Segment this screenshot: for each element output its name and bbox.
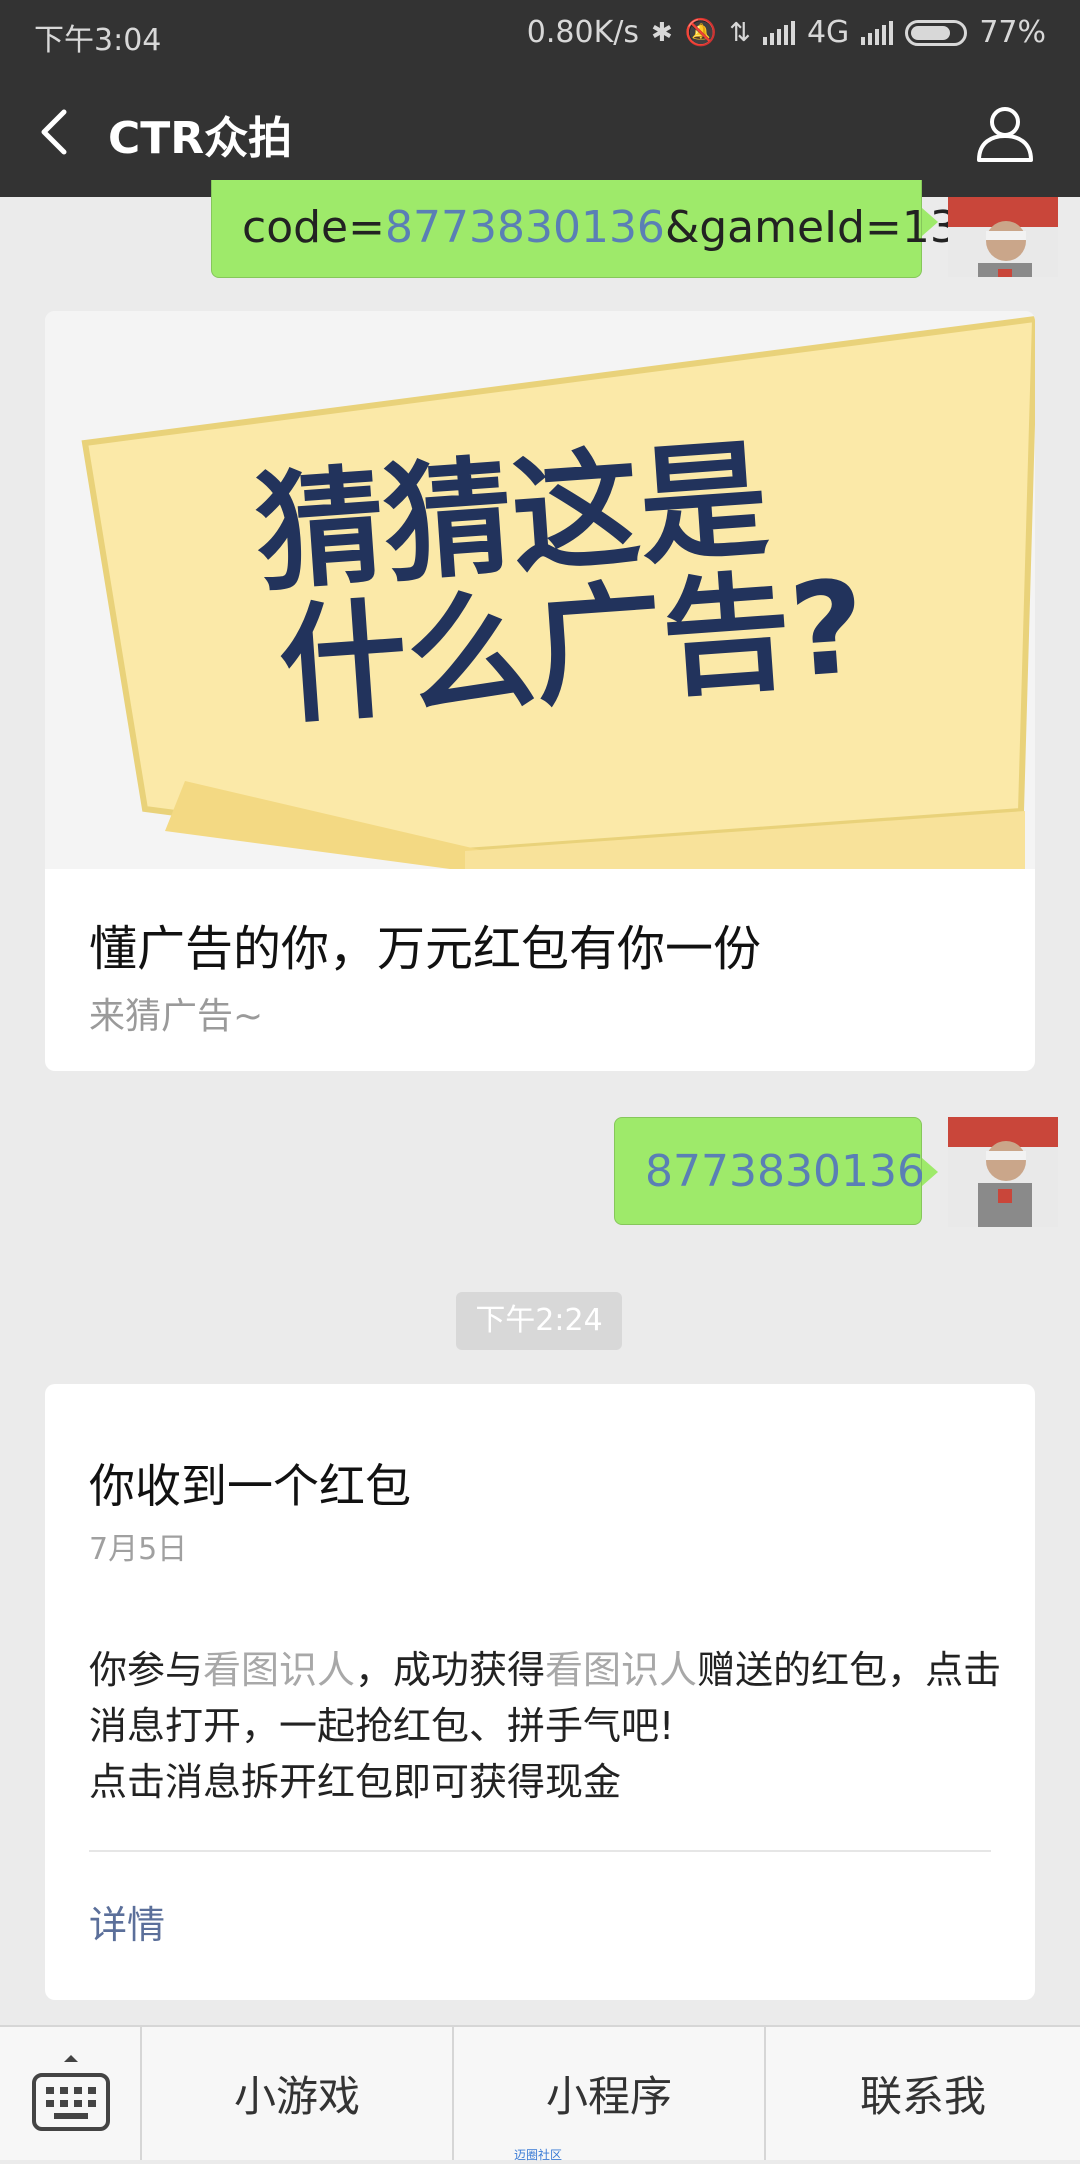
avatar[interactable] — [948, 1117, 1058, 1227]
menu-item-contact-me[interactable]: 联系我 — [766, 2027, 1080, 2160]
menu-item-mini-games[interactable]: 小游戏 — [142, 2027, 454, 2160]
message-timestamp: 下午2:24 — [456, 1292, 622, 1350]
ad-card[interactable]: 猜猜这是 什么广告? 懂广告的你，万元红包有你一份 来猜广告~ — [45, 311, 1035, 1071]
page-title: CTR众拍 — [108, 113, 293, 164]
bottom-menu-bar: 小游戏 小程序 联系我 — [0, 2025, 1080, 2160]
status-time: 下午3:04 — [34, 23, 162, 58]
code-number[interactable]: 8773830136 — [385, 202, 665, 253]
body-text-line2: 点击消息拆开红包即可获得现金 — [89, 1760, 622, 1804]
net-speed: 0.80K/s — [526, 15, 639, 50]
sent-number[interactable]: 8773830136 — [645, 1146, 925, 1197]
back-arrow-icon[interactable] — [30, 102, 90, 162]
profile-icon[interactable] — [974, 102, 1036, 164]
message-bubble-code[interactable]: code=8773830136&gameId=136 — [211, 180, 986, 278]
menu-label: 联系我 — [859, 2072, 986, 2121]
ad-title: 懂广告的你，万元红包有你一份 — [89, 921, 762, 977]
avatar-portrait-icon — [948, 197, 1058, 277]
body-text: ，成功获得 — [355, 1648, 546, 1692]
nav-bar: CTR众拍 — [0, 66, 1080, 197]
network-type: 4G — [806, 15, 850, 50]
divider — [89, 1850, 991, 1852]
menu-label: 小游戏 — [233, 2072, 360, 2121]
body-link[interactable]: 看图识人 — [203, 1648, 355, 1692]
watermark: 迈圈社区 — [514, 2148, 563, 2162]
ad-banner-image: 猜猜这是 什么广告? — [45, 311, 1035, 869]
bubble-tail — [922, 208, 938, 236]
red-packet-title: 你收到一个红包 — [89, 1459, 411, 1513]
code-prefix: code= — [242, 202, 385, 253]
message-bubble-number[interactable]: 8773830136 — [614, 1117, 925, 1225]
body-text: 你参与 — [89, 1648, 204, 1692]
status-right: 0.80K/s ✱ 🔕 ⇅ 4G 77% — [527, 15, 1046, 50]
mute-icon: 🔕 — [684, 17, 718, 48]
signal-icon-2 — [861, 20, 894, 45]
battery-percent: 77% — [979, 15, 1046, 50]
bluetooth-icon: ✱ — [651, 17, 673, 48]
detail-link[interactable]: 详情 — [89, 1894, 165, 1949]
body-link[interactable]: 看图识人 — [545, 1648, 697, 1692]
red-packet-card[interactable]: 你收到一个红包 7月5日 你参与看图识人，成功获得看图识人赠送的红包，点击消息打… — [45, 1384, 1035, 2000]
bubble-tail — [922, 1158, 938, 1186]
keyboard-toggle-button[interactable] — [0, 2027, 142, 2160]
signal-icon — [762, 20, 795, 45]
data-transfer-icon: ⇅ — [729, 17, 751, 48]
keyboard-icon — [32, 2055, 110, 2131]
battery-icon — [905, 19, 968, 46]
avatar[interactable] — [948, 197, 1058, 277]
menu-label: 小程序 — [545, 2072, 672, 2121]
status-bar: 下午3:04 0.80K/s ✱ 🔕 ⇅ 4G 77% — [0, 0, 1080, 66]
menu-item-mini-programs[interactable]: 小程序 — [454, 2027, 766, 2160]
avatar-portrait-icon — [948, 1117, 1058, 1227]
red-packet-body: 你参与看图识人，成功获得看图识人赠送的红包，点击消息打开，一起抢红包、拼手气吧!… — [89, 1642, 1009, 1810]
ad-subtitle: 来猜广告~ — [89, 996, 264, 1037]
red-packet-date: 7月5日 — [89, 1532, 188, 1567]
